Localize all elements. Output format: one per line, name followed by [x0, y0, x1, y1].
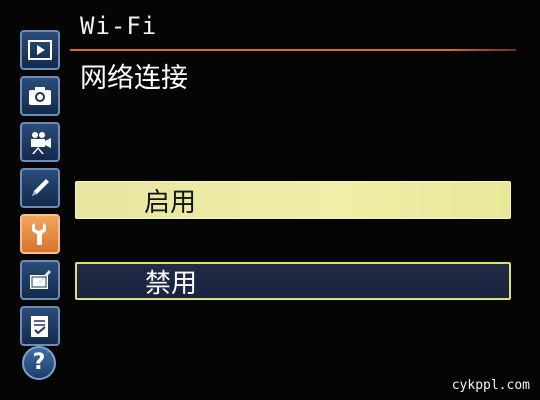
playback-icon [28, 40, 52, 60]
tab-shooting[interactable] [20, 76, 60, 116]
option-enable[interactable]: 启用 [75, 181, 511, 219]
menu-tab-rail: ? [20, 30, 66, 380]
header-divider [70, 49, 516, 51]
option-disable[interactable]: 禁用 [75, 262, 511, 300]
tab-retouch[interactable] [20, 260, 60, 300]
tab-setup[interactable] [20, 214, 60, 254]
menu-title: Wi-Fi [80, 12, 158, 40]
my-menu-icon [31, 316, 48, 337]
retouch-icon [30, 270, 51, 289]
wrench-icon [32, 223, 46, 245]
tab-custom-settings[interactable] [20, 168, 60, 208]
camera-menu-screen: ? Wi-Fi 网络连接 启用 禁用 cykppl.com [0, 0, 540, 400]
tab-playback[interactable] [20, 30, 60, 70]
pencil-icon [32, 179, 49, 196]
tab-my-menu[interactable] [20, 306, 60, 346]
page-title: 网络连接 [80, 63, 188, 94]
movie-camera-icon [31, 132, 51, 154]
help-icon[interactable]: ? [22, 346, 56, 380]
option-label: 启用 [144, 187, 197, 218]
option-label: 禁用 [145, 268, 198, 299]
camera-icon [29, 87, 51, 105]
watermark: cykppl.com [451, 378, 530, 393]
tab-movie[interactable] [20, 122, 60, 162]
